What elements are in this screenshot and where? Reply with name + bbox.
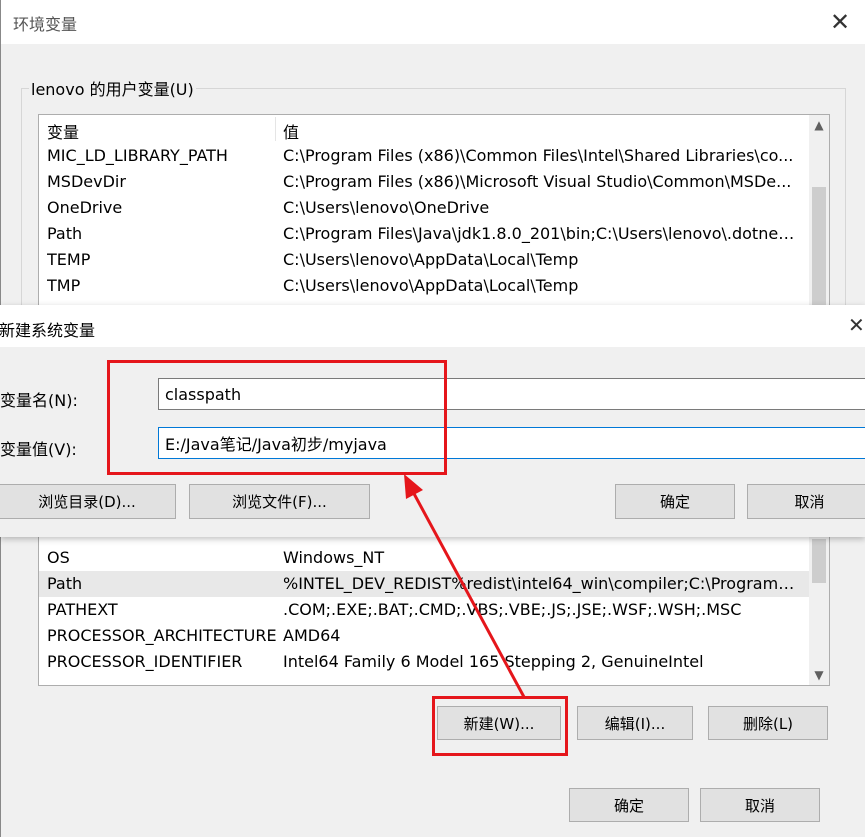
row-value: C:\Users\lenovo\OneDrive xyxy=(283,198,490,217)
row-value: C:\Program Files (x86)\Common Files\Inte… xyxy=(283,146,794,165)
row-value: %INTEL_DEV_REDIST%redist\intel64_win\com… xyxy=(283,574,798,593)
table-row[interactable]: MSDevDir C:\Program Files (x86)\Microsof… xyxy=(39,169,829,195)
list-header: 变量 值 xyxy=(39,115,829,143)
table-row[interactable]: TEMP C:\Users\lenovo\AppData\Local\Temp xyxy=(39,247,829,273)
column-header-name[interactable]: 变量 xyxy=(47,119,79,143)
dialog-title: 新建系统变量 xyxy=(0,321,95,340)
annotation-box-inputs xyxy=(107,360,447,475)
dialog-ok-button[interactable]: 确定 xyxy=(615,484,735,519)
table-row[interactable]: Path %INTEL_DEV_REDIST%redist\intel64_wi… xyxy=(39,571,829,597)
table-row[interactable]: TMP C:\Users\lenovo\AppData\Local\Temp xyxy=(39,273,829,299)
close-icon[interactable]: ✕ xyxy=(848,313,865,337)
scroll-up-icon[interactable]: ▲ xyxy=(809,115,829,135)
delete-variable-button[interactable]: 删除(L) xyxy=(708,706,828,740)
column-divider[interactable] xyxy=(275,117,276,141)
scroll-thumb[interactable] xyxy=(812,187,826,307)
row-value: Intel64 Family 6 Model 165 Stepping 2, G… xyxy=(283,652,704,671)
row-name: Path xyxy=(47,574,83,593)
scroll-down-icon[interactable]: ▼ xyxy=(809,665,829,685)
row-name: TEMP xyxy=(47,250,91,269)
user-list-scrollbar[interactable]: ▲ xyxy=(809,115,829,313)
system-list-scrollbar[interactable]: ▼ xyxy=(809,531,829,685)
row-name: PROCESSOR_IDENTIFIER xyxy=(47,652,243,671)
table-row[interactable]: PATHEXT .COM;.EXE;.BAT;.CMD;.VBS;.VBE;.J… xyxy=(39,597,829,623)
close-icon[interactable]: ✕ xyxy=(823,6,857,38)
user-variables-label: lenovo 的用户变量(U) xyxy=(29,76,196,100)
table-row[interactable]: PROCESSOR_IDENTIFIER Intel64 Family 6 Mo… xyxy=(39,649,829,675)
row-name: MSDevDir xyxy=(47,172,126,191)
row-name: MIC_LD_LIBRARY_PATH xyxy=(47,146,228,165)
ok-button[interactable]: 确定 xyxy=(569,788,689,822)
edit-variable-button[interactable]: 编辑(I)... xyxy=(577,706,693,740)
column-header-value[interactable]: 值 xyxy=(283,119,299,143)
dialog-titlebar: 新建系统变量 ✕ xyxy=(0,305,865,347)
table-row[interactable]: OS Windows_NT xyxy=(39,545,829,571)
row-value: C:\Program Files (x86)\Microsoft Visual … xyxy=(283,172,792,191)
row-value: Windows_NT xyxy=(283,548,385,567)
dialog-cancel-button[interactable]: 取消 xyxy=(747,484,865,519)
row-name: PATHEXT xyxy=(47,600,118,619)
variable-name-label: 变量名(N): xyxy=(0,391,78,410)
row-value: AMD64 xyxy=(283,626,341,645)
row-name: OS xyxy=(47,548,70,567)
variable-value-label: 变量值(V): xyxy=(0,440,77,459)
cancel-button[interactable]: 取消 xyxy=(700,788,820,822)
env-titlebar: 环境变量 ✕ xyxy=(1,0,865,44)
row-name: Path xyxy=(47,224,83,243)
table-row[interactable]: MIC_LD_LIBRARY_PATH C:\Program Files (x8… xyxy=(39,143,829,169)
row-value: C:\Program Files\Java\jdk1.8.0_201\bin;C… xyxy=(283,224,798,243)
row-value: C:\Users\lenovo\AppData\Local\Temp xyxy=(283,250,579,269)
table-row[interactable]: PROCESSOR_ARCHITECTURE AMD64 xyxy=(39,623,829,649)
row-name: PROCESSOR_ARCHITECTURE xyxy=(47,626,277,645)
browse-file-button[interactable]: 浏览文件(F)... xyxy=(189,484,370,519)
browse-directory-button[interactable]: 浏览目录(D)... xyxy=(0,484,176,519)
row-value: C:\Users\lenovo\AppData\Local\Temp xyxy=(283,276,579,295)
annotation-box-new-button xyxy=(432,696,568,756)
env-window-title: 环境变量 xyxy=(13,15,78,34)
user-variables-list[interactable]: 变量 值 MIC_LD_LIBRARY_PATH C:\Program File… xyxy=(38,114,830,314)
scroll-thumb[interactable] xyxy=(812,539,826,583)
system-variables-list[interactable]: OS Windows_NT Path %INTEL_DEV_REDIST%red… xyxy=(38,530,830,686)
row-name: TMP xyxy=(47,276,81,295)
row-name: OneDrive xyxy=(47,198,123,217)
table-row[interactable]: OneDrive C:\Users\lenovo\OneDrive xyxy=(39,195,829,221)
table-row[interactable]: Path C:\Program Files\Java\jdk1.8.0_201\… xyxy=(39,221,829,247)
row-value: .COM;.EXE;.BAT;.CMD;.VBS;.VBE;.JS;.JSE;.… xyxy=(283,600,742,619)
